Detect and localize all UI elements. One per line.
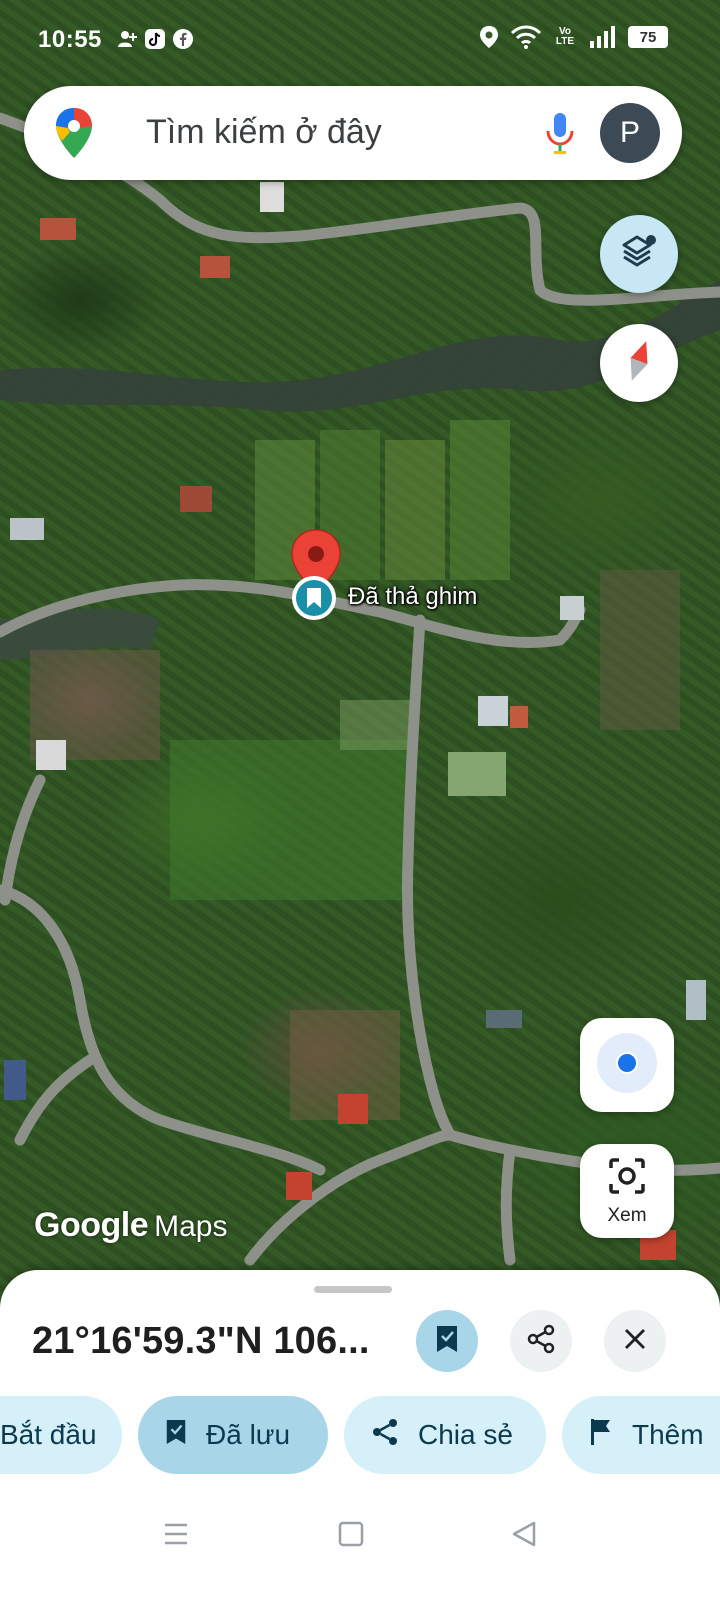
flag-icon [588,1417,614,1454]
back-triangle-icon[interactable] [510,1520,538,1553]
volte-icon: Vo LTE [555,26,575,47]
status-system-icons: Vo LTE 75 [478,25,668,49]
more-chip[interactable]: Thêm [562,1396,720,1474]
status-time: 10:55 [38,26,102,53]
share-icon [370,1417,400,1454]
tiktok-icon [144,28,166,50]
action-chips-row[interactable]: Bắt đầu Đã lưu Chia sẻ Thêm [0,1394,720,1474]
coordinates-title: 21°16'59.3"N 106... [32,1320,370,1362]
compass-button[interactable] [600,324,678,402]
start-chip[interactable]: Bắt đầu [0,1396,122,1474]
camera-lens-icon [607,1156,647,1201]
microphone-icon[interactable] [544,111,576,160]
layers-button[interactable] [600,215,678,293]
start-chip-label: Bắt đầu [0,1419,97,1450]
person-plus-icon [116,28,138,50]
bookmark-check-icon [434,1324,460,1359]
save-icon-button[interactable] [416,1310,478,1372]
battery-icon: 75 [628,26,668,48]
share-icon-button[interactable] [510,1310,572,1372]
search-bar[interactable]: Tìm kiếm ở đây P [24,86,682,180]
google-maps-pin-icon [54,106,94,165]
bookmark-check-icon [164,1418,188,1453]
account-avatar[interactable]: P [600,103,660,163]
google-maps-attribution: Google Maps [34,1206,227,1245]
system-nav-bar [0,1480,720,1600]
lens-label: Xem [607,1204,647,1226]
search-input[interactable]: Tìm kiếm ở đây [146,113,382,152]
facebook-icon [172,28,194,50]
wifi-icon [510,25,542,49]
sheet-drag-handle[interactable] [314,1286,392,1293]
signal-icon [588,26,618,48]
dropped-pin-marker[interactable] [288,528,344,629]
share-chip[interactable]: Chia sẻ [344,1396,546,1474]
status-notification-icons [116,28,194,50]
lens-view-button[interactable]: Xem [580,1144,674,1238]
close-button[interactable] [604,1310,666,1372]
location-icon [478,26,500,48]
status-bar: 10:55 Vo LTE 75 [0,0,720,84]
map-roads-layer [0,112,720,1266]
my-location-icon [596,1032,658,1099]
recents-menu-icon[interactable] [162,1520,190,1553]
saved-chip[interactable]: Đã lưu [138,1396,328,1474]
my-location-button[interactable] [580,1018,674,1112]
google-wordmark: Google [34,1206,149,1244]
compass-icon [624,338,654,389]
dropped-pin-label[interactable]: Đã thả ghim [348,583,477,611]
maps-wordmark: Maps [154,1210,228,1243]
share-icon [526,1324,556,1359]
share-chip-label: Chia sẻ [418,1419,513,1450]
layers-icon [620,233,658,276]
more-chip-label: Thêm [632,1419,704,1450]
close-icon [623,1327,647,1356]
home-square-icon[interactable] [338,1520,364,1553]
saved-chip-label: Đã lưu [206,1419,291,1450]
satellite-map[interactable] [0,0,720,1320]
